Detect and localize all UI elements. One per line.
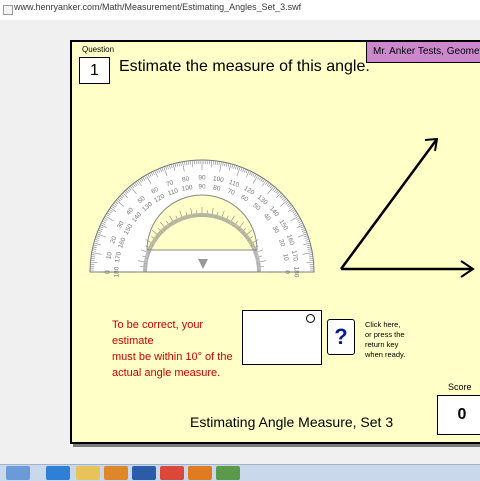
note-line: actual angle measure. bbox=[112, 365, 242, 381]
protractor-inner-label: 180 bbox=[114, 266, 121, 277]
protractor-outer-label: 90 bbox=[198, 175, 206, 182]
word-icon[interactable] bbox=[132, 466, 156, 480]
answer-input[interactable] bbox=[242, 310, 322, 365]
ie-icon[interactable] bbox=[46, 466, 70, 480]
hint-line: return key bbox=[365, 340, 420, 350]
score-value: 0 bbox=[437, 395, 480, 435]
page-icon bbox=[3, 5, 13, 15]
protractor-outer-label: 180 bbox=[292, 267, 299, 278]
angle-ray-1 bbox=[341, 139, 437, 269]
angle-figure bbox=[337, 129, 480, 299]
explorer-icon[interactable] bbox=[76, 466, 100, 480]
chrome-icon[interactable] bbox=[160, 466, 184, 480]
question-label: Question bbox=[82, 45, 114, 54]
note-line: To be correct, your estimate bbox=[112, 317, 242, 349]
hint-line: Click here, bbox=[365, 320, 420, 330]
firefox-icon[interactable] bbox=[188, 466, 212, 480]
quiz-stage: Question 1 Estimate the measure of this … bbox=[70, 40, 480, 444]
accuracy-note: To be correct, your estimate must be wit… bbox=[112, 317, 242, 381]
submit-hint: Click here, or press the return key when… bbox=[365, 320, 420, 360]
degree-symbol bbox=[306, 314, 315, 323]
hint-line: when ready. bbox=[365, 350, 420, 360]
submit-button[interactable]: ? bbox=[327, 319, 355, 355]
taskbar bbox=[0, 464, 480, 481]
hint-line: or press the bbox=[365, 330, 420, 340]
address-bar[interactable]: www.henryanker.com/Math/Measurement/Esti… bbox=[0, 0, 480, 21]
brand-banner: Mr. Anker Tests, Geometry bbox=[366, 41, 480, 63]
protractor-outer-label: 0 bbox=[105, 270, 112, 274]
set-title: Estimating Angle Measure, Set 3 bbox=[190, 414, 393, 430]
url-text[interactable]: www.henryanker.com/Math/Measurement/Esti… bbox=[14, 2, 301, 12]
app-icon[interactable] bbox=[216, 466, 240, 480]
score-label: Score bbox=[448, 382, 472, 392]
question-number: 1 bbox=[79, 57, 110, 84]
protractor: 0180101702016030150401405013060120701108… bbox=[87, 125, 317, 280]
protractor-inner-label: 0 bbox=[283, 270, 290, 274]
media-icon[interactable] bbox=[104, 466, 128, 480]
note-line: must be within 10° of the bbox=[112, 349, 242, 365]
protractor-inner-label: 90 bbox=[198, 184, 206, 191]
start-icon[interactable] bbox=[6, 466, 30, 480]
question-prompt: Estimate the measure of this angle. bbox=[119, 58, 370, 76]
